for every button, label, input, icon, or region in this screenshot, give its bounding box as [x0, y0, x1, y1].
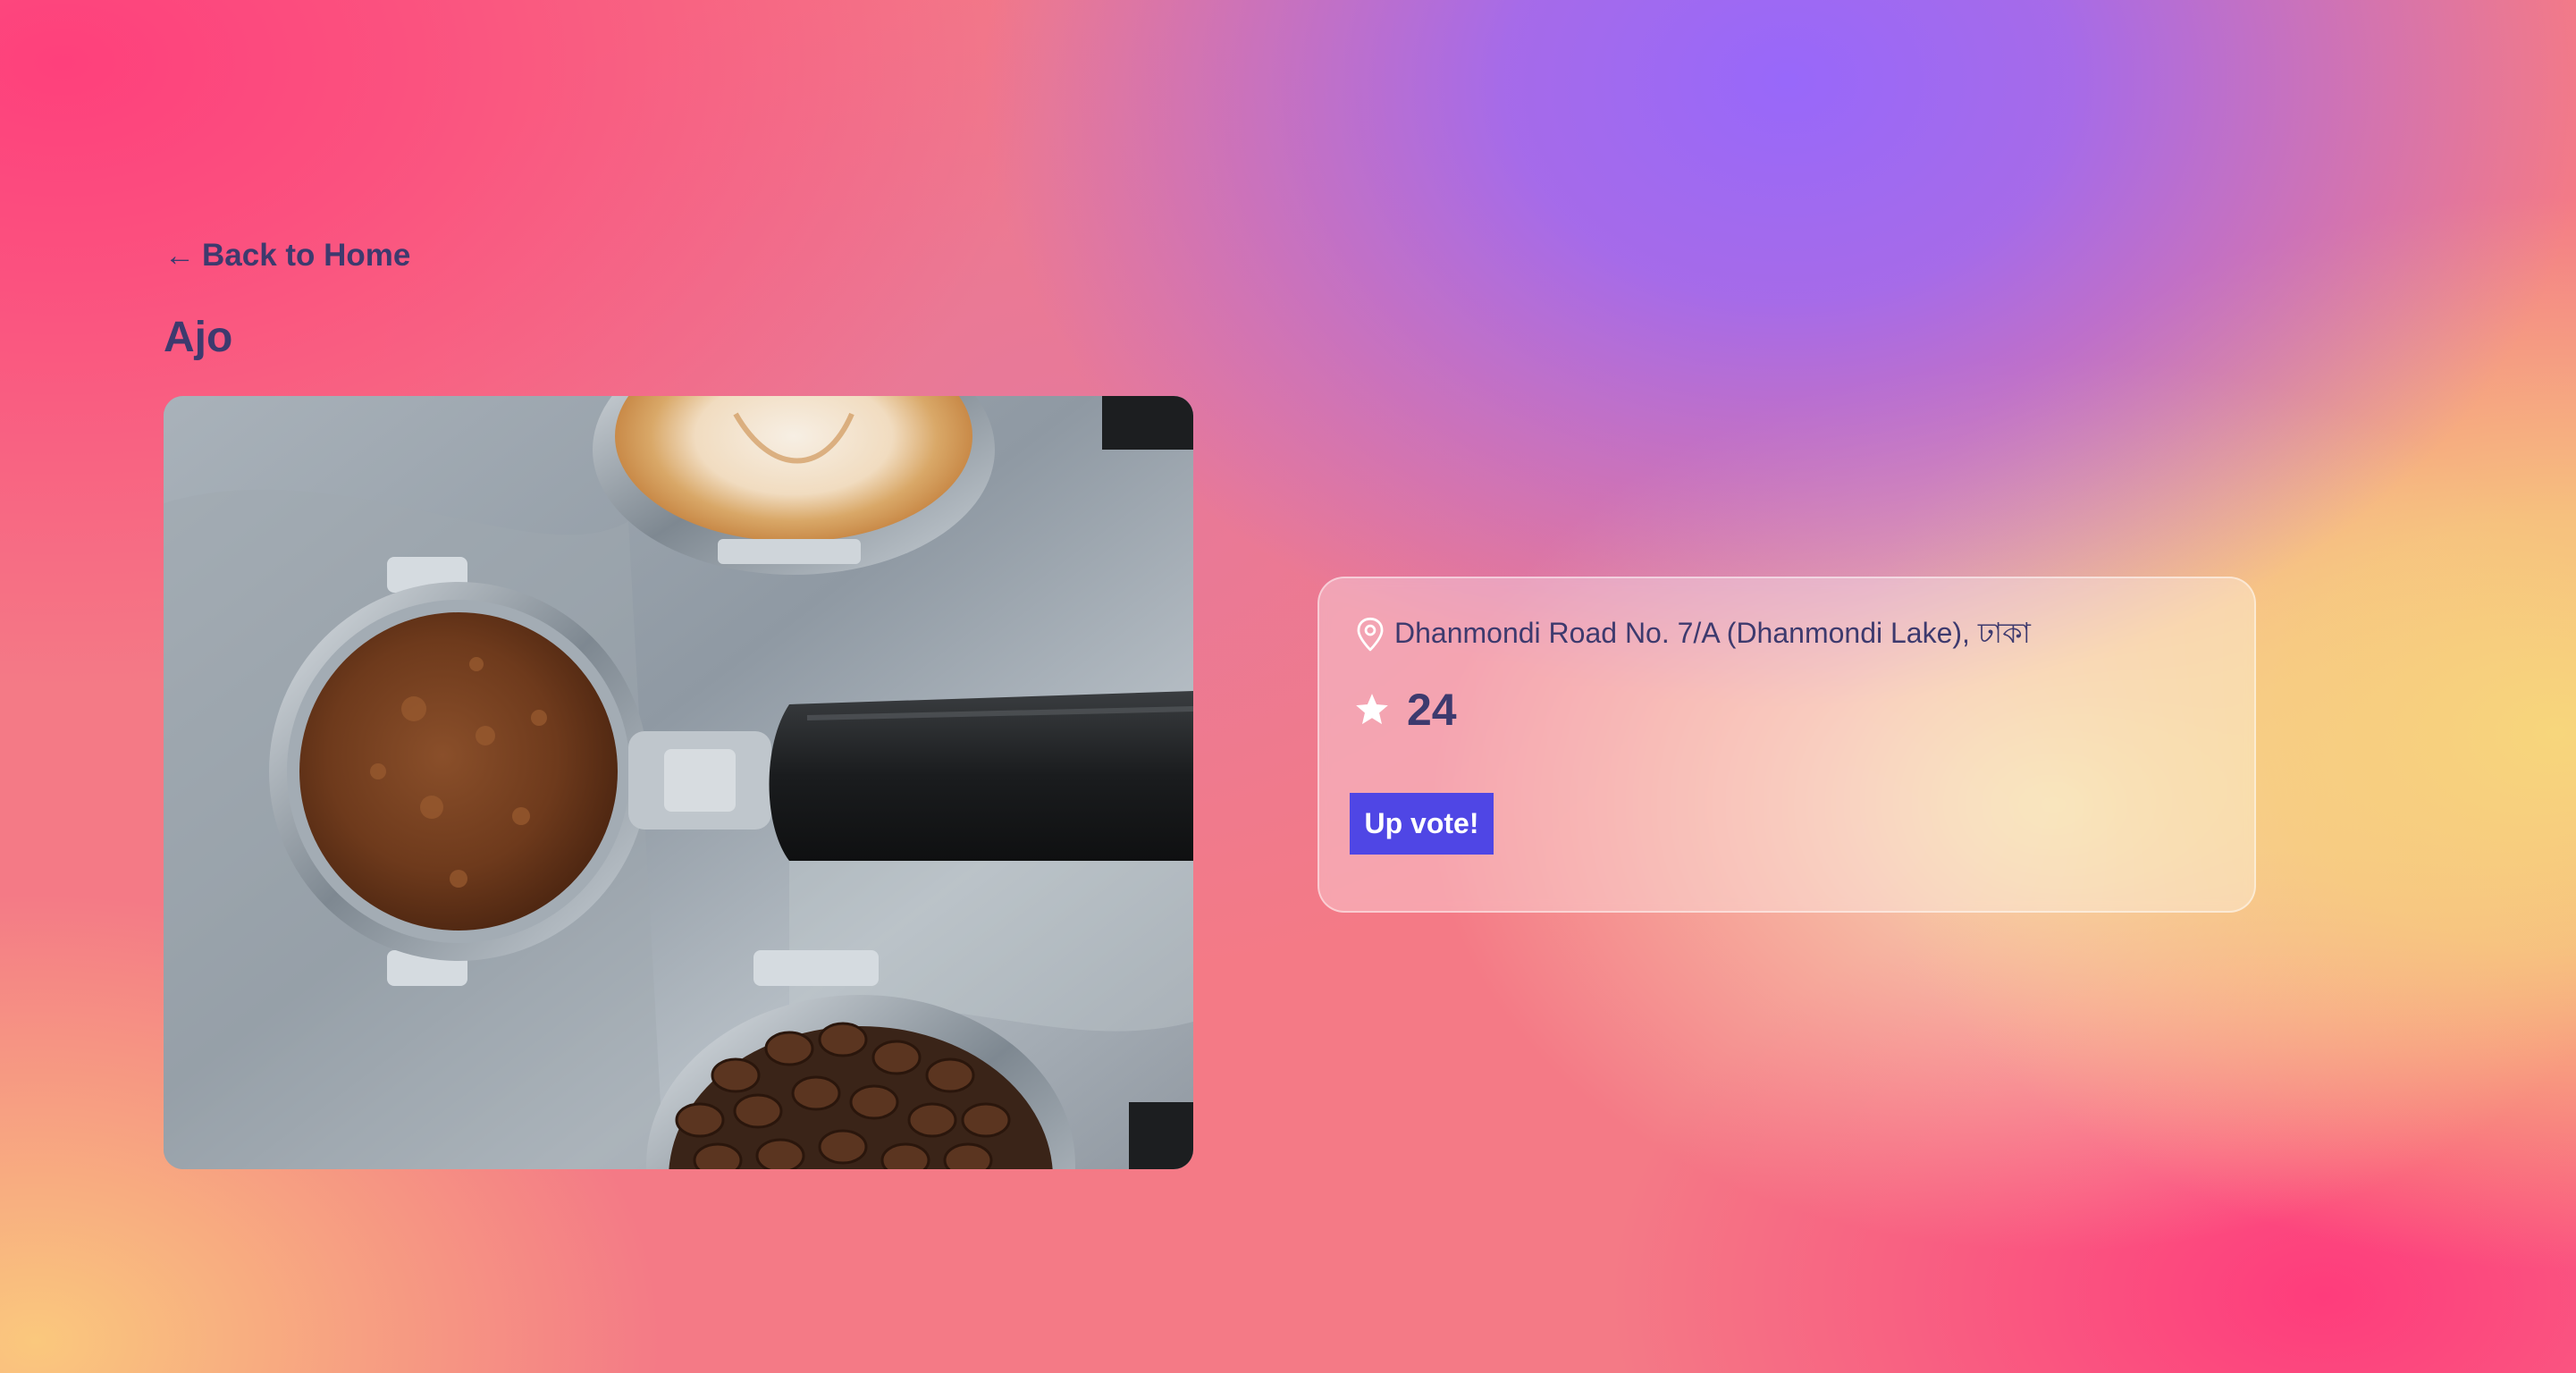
votes-row: 24	[1353, 684, 1457, 736]
arrow-left-icon: ←	[164, 239, 195, 273]
back-to-home-link[interactable]: ← Back to Home	[164, 238, 410, 274]
map-pin-icon	[1357, 617, 1384, 652]
cafe-photo	[164, 396, 1193, 1169]
location-text: Dhanmondi Road No. 7/A (Dhanmondi Lake),…	[1394, 617, 2031, 649]
upvote-button[interactable]: Up vote!	[1350, 793, 1494, 855]
vote-count: 24	[1407, 685, 1457, 735]
back-to-home-label: Back to Home	[202, 238, 411, 273]
location-row: Dhanmondi Road No. 7/A (Dhanmondi Lake),…	[1353, 611, 2031, 659]
place-info-card: Dhanmondi Road No. 7/A (Dhanmondi Lake),…	[1317, 577, 2256, 913]
coffee-portafilters-photo	[164, 396, 1193, 1169]
star-icon	[1356, 694, 1388, 725]
page-title: Ajo	[164, 314, 233, 361]
